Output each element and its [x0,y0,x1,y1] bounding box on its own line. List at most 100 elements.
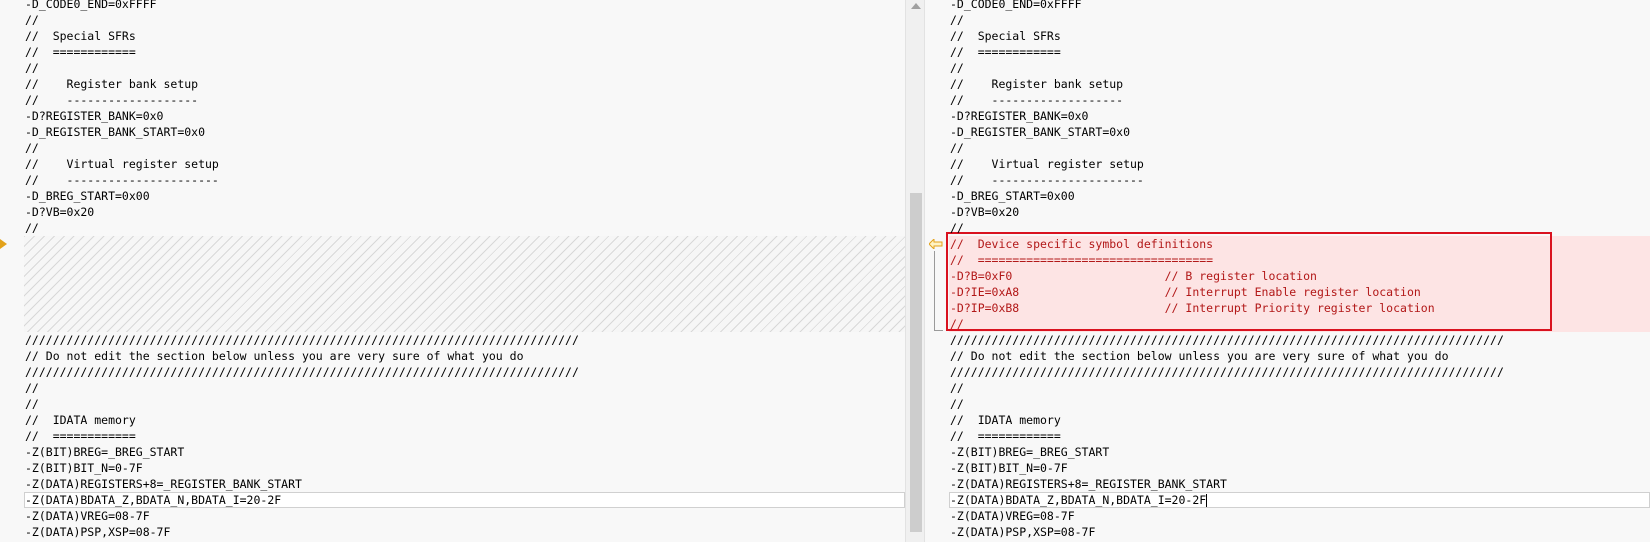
code-line[interactable]: ////////////////////////////////////////… [949,332,1650,348]
left-gutter [0,0,24,542]
code-line[interactable]: // [949,380,1650,396]
code-line[interactable]: // [24,220,905,236]
code-line[interactable]: // Do not edit the section below unless … [24,348,905,364]
code-line[interactable]: // ============ [949,44,1650,60]
code-line[interactable]: -D_REGISTER_BANK_START=0x0 [949,124,1650,140]
added-code-line[interactable]: -D?B=0xF0 // B register location [949,268,1650,284]
code-line-text: -D_REGISTER_BANK_START=0x0 [950,125,1131,139]
code-line-text: -Z(BIT)BIT_N=0-7F [950,461,1068,475]
code-line-text: // ================================== [950,253,1214,267]
code-line-text: // [950,141,964,155]
code-line[interactable]: -Z(DATA)BDATA_Z,BDATA_N,BDATA_I=20-2F [949,492,1650,508]
code-line[interactable]: -D_CODE0_END=0xFFFF [24,0,905,12]
code-line[interactable]: -D_BREG_START=0x00 [24,188,905,204]
code-line[interactable]: // ------------------- [24,92,905,108]
code-line[interactable]: // ============ [949,428,1650,444]
code-line-text: -D?VB=0x20 [25,205,95,219]
code-line[interactable]: -D?VB=0x20 [949,204,1650,220]
code-line[interactable]: // ---------------------- [24,172,905,188]
code-line[interactable]: // [949,220,1650,236]
code-line[interactable]: // [949,396,1650,412]
code-line[interactable]: -D?REGISTER_BANK=0x0 [949,108,1650,124]
code-line[interactable]: // [949,140,1650,156]
code-line[interactable]: // Do not edit the section below unless … [949,348,1650,364]
code-line[interactable]: // [24,12,905,28]
code-line[interactable]: // [24,60,905,76]
right-diff-pane[interactable]: -D_CODE0_END=0xFFFF // // Special SFRs // =… [925,0,1650,542]
code-line-text: -D_BREG_START=0x00 [950,189,1075,203]
code-line[interactable]: // Register bank setup [24,76,905,92]
code-line[interactable]: -D_REGISTER_BANK_START=0x0 [24,124,905,140]
code-line[interactable]: -Z(BIT)BIT_N=0-7F [949,460,1650,476]
code-line-text: // [25,397,39,411]
diff-arrow-right-icon[interactable] [0,239,7,249]
code-line-text: // Virtual register setup [25,157,219,171]
added-code-line[interactable]: -D?IP=0xB8 // Interrupt Priority registe… [949,300,1650,316]
text-cursor [1206,494,1208,507]
code-line[interactable]: // Register bank setup [949,76,1650,92]
code-line[interactable]: -D_CODE0_END=0xFFFF [949,0,1650,12]
code-line-text: // [950,397,964,411]
code-line[interactable]: -Z(DATA)PSP,XSP=08-7F [24,524,905,540]
added-code-line[interactable]: -D?IE=0xA8 // Interrupt Enable register … [949,284,1650,300]
scrollbar-thumb[interactable] [910,193,922,532]
code-line[interactable]: ////////////////////////////////////////… [24,364,905,380]
code-line[interactable]: -D?REGISTER_BANK=0x0 [24,108,905,124]
code-line[interactable]: // Special SFRs [24,28,905,44]
code-line-text: -D?IE=0xA8 // Interrupt Enable register … [950,285,1421,299]
code-line-text: ////////////////////////////////////////… [25,333,579,347]
right-code-area[interactable]: -D_CODE0_END=0xFFFF // // Special SFRs // =… [946,0,1650,542]
scroll-up-arrow-icon[interactable] [911,3,921,9]
code-line-text: // [25,381,39,395]
left-code-area[interactable]: -D_CODE0_END=0xFFFF // // Special SFRs // =… [24,0,905,542]
code-line[interactable]: // ============ [24,428,905,444]
code-line-text: // [950,13,964,27]
code-line[interactable]: -Z(DATA)REGISTERS+8=_REGISTER_BANK_START [949,476,1650,492]
code-line-text: // [25,13,39,27]
code-line[interactable]: // [949,60,1650,76]
code-line[interactable]: // ============ [24,44,905,60]
code-line[interactable]: ////////////////////////////////////////… [24,332,905,348]
code-line[interactable]: -D_BREG_START=0x00 [949,188,1650,204]
code-line-text: -Z(DATA)REGISTERS+8=_REGISTER_BANK_START [25,477,302,491]
code-line-text: -D_REGISTER_BANK_START=0x0 [25,125,206,139]
code-line[interactable]: -Z(DATA)BDATA_Z,BDATA_N,BDATA_I=20-2F [24,492,905,508]
code-line-text: // [25,61,39,75]
code-line-text: // [950,317,964,331]
code-line[interactable]: // [24,396,905,412]
code-line[interactable]: -Z(BIT)BREG=_BREG_START [24,444,905,460]
code-line-text: // ============ [950,429,1061,443]
code-line-text: // ============ [25,45,136,59]
code-line-text: -D?REGISTER_BANK=0x0 [950,109,1089,123]
code-line-text: -Z(DATA)BDATA_Z,BDATA_N,BDATA_I=20-2F [950,493,1207,507]
added-code-line[interactable]: // Device specific symbol definitions [949,236,1650,252]
code-line-text: -Z(BIT)BIT_N=0-7F [25,461,143,475]
code-line[interactable]: -Z(DATA)REGISTERS+8=_REGISTER_BANK_START [24,476,905,492]
code-line[interactable]: -Z(BIT)BIT_N=0-7F [24,460,905,476]
code-line[interactable]: // [24,380,905,396]
code-line[interactable]: -Z(DATA)PSP,XSP=08-7F [949,524,1650,540]
code-line-text: // Do not edit the section below unless … [950,349,1449,363]
code-line[interactable]: -Z(BIT)BREG=_BREG_START [949,444,1650,460]
added-code-line[interactable]: // [949,316,1650,332]
code-line[interactable]: -Z(DATA)VREG=08-7F [949,508,1650,524]
code-line[interactable]: // Special SFRs [949,28,1650,44]
left-diff-pane[interactable]: -D_CODE0_END=0xFFFF // // Special SFRs // =… [0,0,905,542]
code-line[interactable]: // Virtual register setup [24,156,905,172]
code-line[interactable]: -D?VB=0x20 [24,204,905,220]
code-line[interactable]: // Virtual register setup [949,156,1650,172]
code-line[interactable]: // [949,12,1650,28]
code-line[interactable]: // ---------------------- [949,172,1650,188]
code-line[interactable]: -Z(DATA)VREG=08-7F [24,508,905,524]
code-line[interactable]: // ------------------- [949,92,1650,108]
diff-arrow-left-icon[interactable] [929,239,943,249]
code-line-text: // [950,61,964,75]
code-line[interactable]: // IDATA memory [24,412,905,428]
code-line[interactable]: // [24,140,905,156]
vertical-scrollbar[interactable] [905,0,925,542]
code-line[interactable]: ////////////////////////////////////////… [949,364,1650,380]
code-line[interactable]: // IDATA memory [949,412,1650,428]
code-line-text: -D?B=0xF0 // B register location [950,269,1317,283]
code-line-text: -Z(BIT)BREG=_BREG_START [25,445,185,459]
added-code-line[interactable]: // ================================== [949,252,1650,268]
